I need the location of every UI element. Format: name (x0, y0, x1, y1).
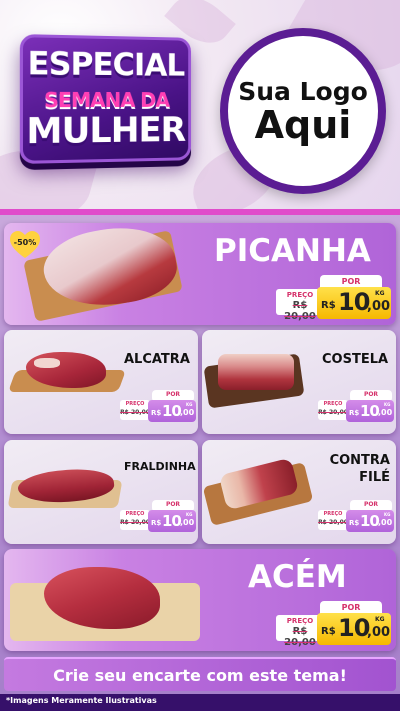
price-decimal: ,00 (367, 299, 391, 314)
product-name: CONTRA FILÉ (322, 452, 390, 486)
currency: R$ (349, 519, 360, 527)
product-card-fraldinha: FRALDINHA PREÇO R$ 20,00 POR R$ 10 ,00 K… (4, 440, 198, 544)
currency: R$ (349, 409, 360, 417)
price-unit: KG (186, 402, 193, 407)
product-card-costela: COSTELA PREÇO R$ 20,00 POR R$ 10 ,00 KG (202, 330, 396, 434)
cta-text: Crie seu encarte com este tema! (53, 665, 347, 685)
price-decimal: ,00 (180, 518, 195, 527)
logo-text-line2: Aqui (254, 102, 352, 147)
price-unit: KG (375, 616, 385, 623)
currency: R$ (151, 409, 162, 417)
badge-title: ESPECIAL (27, 45, 185, 84)
product-name: FRALDINHA (124, 460, 196, 473)
price-integer: 10 (360, 512, 380, 530)
new-price-tag: R$ 10 ,00 KG (148, 510, 196, 532)
price-integer: 10 (162, 512, 182, 530)
new-price-label: POR (363, 501, 379, 508)
price-unit: KG (186, 512, 193, 517)
currency: R$ (321, 626, 336, 637)
divider (0, 209, 400, 215)
new-price-tag: R$ 10 ,00 KG (346, 510, 394, 532)
product-card-alcatra: ALCATRA PREÇO R$ 20,00 POR R$ 10 ,00 KG (4, 330, 198, 434)
price-integer: 10 (338, 614, 370, 642)
price-integer: 10 (162, 402, 182, 420)
new-price-tag: R$ 10 ,00 KG (148, 400, 196, 422)
old-price-tag: PREÇO R$ 20,00 (318, 510, 348, 530)
price-decimal: ,00 (378, 518, 393, 527)
price-decimal: ,00 (378, 408, 393, 417)
product-name-line2: FILÉ (359, 470, 390, 485)
footer: *Imagens Meramente Ilustrativas (0, 694, 400, 711)
old-price: R$ 20,00 (318, 519, 348, 526)
new-price-tag: R$ 10 ,00 KG (317, 287, 391, 319)
discount-heart-badge: -50% (10, 231, 40, 259)
product-name: COSTELA (322, 352, 389, 367)
badge-subtitle: SEMANA DA (44, 87, 170, 113)
old-price: R$ 20,00 (318, 409, 348, 416)
currency: R$ (321, 300, 336, 311)
old-price-label: PREÇO (125, 401, 145, 407)
old-price: R$ 20,00 (120, 409, 150, 416)
header-banner: ESPECIAL SEMANA DA MULHER Sua Logo Aqui (0, 0, 400, 212)
price-decimal: ,00 (180, 408, 195, 417)
new-price-tag: R$ 10 ,00 KG (317, 613, 391, 645)
fat-detail (34, 358, 60, 368)
price-unit: KG (384, 512, 391, 517)
product-card-contra-file: CONTRA FILÉ PREÇO R$ 20,00 POR R$ 10 ,00… (202, 440, 396, 544)
new-price-tag: R$ 10 ,00 KG (346, 400, 394, 422)
product-name-line1: CONTRA (329, 453, 390, 468)
old-price-tag: PREÇO R$ 20,00 (120, 400, 150, 420)
new-price-label: POR (341, 603, 361, 612)
price-decimal: ,00 (367, 625, 391, 640)
logo-text-line1: Sua Logo (238, 76, 368, 106)
logo-placeholder: Sua Logo Aqui (220, 28, 386, 194)
old-price-tag: PREÇO R$ 20,00 (318, 400, 348, 420)
old-price-tag: PREÇO R$ 20,00 (120, 510, 150, 530)
product-name: PICANHA (214, 233, 371, 269)
product-name: ALCATRA (124, 352, 190, 367)
discount-text: -50% (13, 238, 37, 247)
meat-image (218, 354, 294, 390)
new-price-label: POR (341, 277, 361, 286)
new-price-label: POR (165, 501, 181, 508)
badge-title-2: MULHER (26, 110, 186, 153)
new-price-label: POR (363, 391, 379, 398)
price-integer: 10 (360, 402, 380, 420)
product-card-picanha: PICANHA PREÇO R$ 20,00 POR R$ 10 ,00 KG (4, 223, 396, 325)
old-price-label: PREÇO (323, 401, 343, 407)
old-price: R$ 20,00 (120, 519, 150, 526)
currency: R$ (151, 519, 162, 527)
new-price-label: POR (165, 391, 181, 398)
product-card-acem: ACÉM PREÇO R$ 20,00 POR R$ 10 ,00 KG (4, 549, 396, 651)
price-integer: 10 (338, 288, 370, 316)
price-unit: KG (375, 290, 385, 297)
old-price-label: PREÇO (323, 511, 343, 517)
disclaimer-text: *Imagens Meramente Ilustrativas (6, 696, 157, 705)
price-unit: KG (384, 402, 391, 407)
campaign-badge: ESPECIAL SEMANA DA MULHER (19, 34, 192, 164)
cta-banner[interactable]: Crie seu encarte com este tema! (4, 657, 396, 691)
old-price-label: PREÇO (125, 511, 145, 517)
product-name: ACÉM (248, 559, 347, 595)
